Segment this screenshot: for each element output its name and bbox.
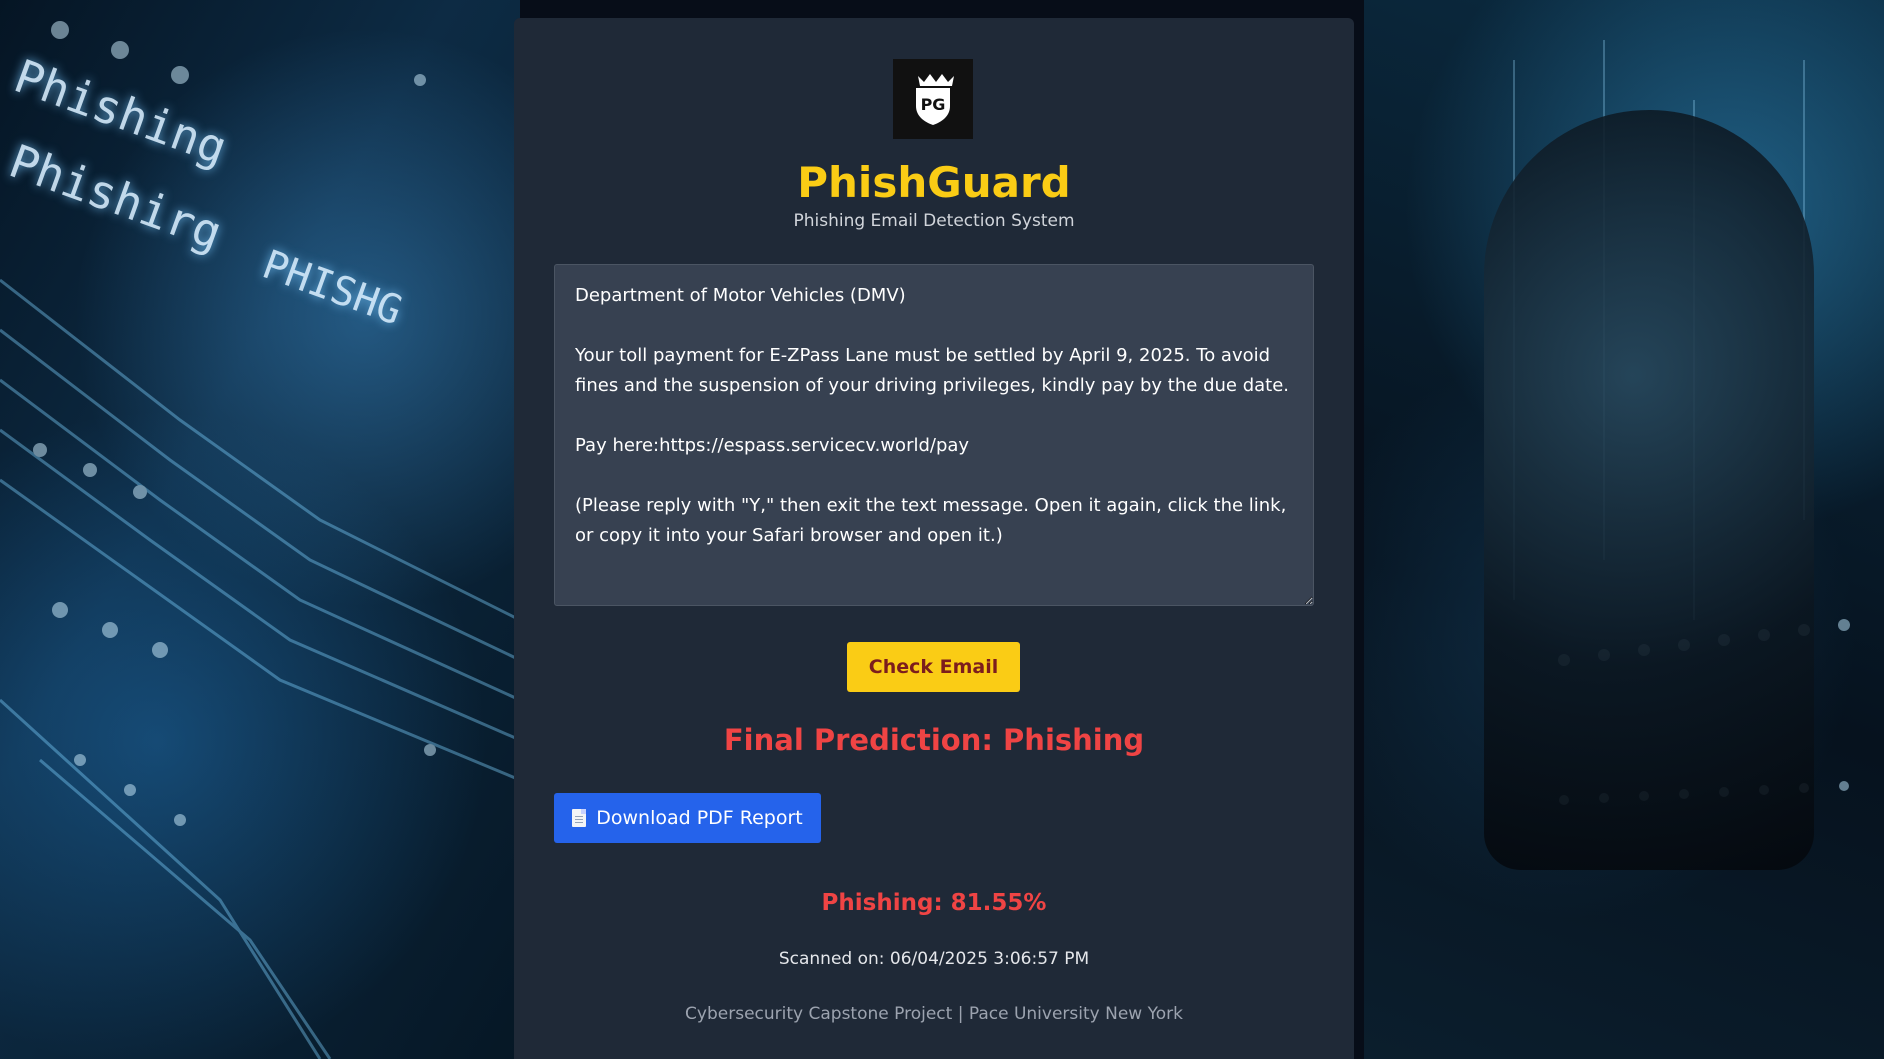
hooded-figure [1484,110,1814,870]
shield-crown-logo-icon: PG [893,59,973,139]
app-title: PhishGuard [797,158,1071,207]
final-prediction: Final Prediction: Phishing [723,723,1145,757]
email-input[interactable]: Department of Motor Vehicles (DMV) Your … [554,264,1314,606]
document-icon [572,809,587,827]
circuit-lines [0,21,520,1059]
background-right-image [1364,0,1884,1059]
app-subtitle: Phishing Email Detection System [793,211,1075,231]
svg-text:PG: PG [921,95,946,114]
download-pdf-button[interactable]: Download PDF Report [554,793,821,843]
download-pdf-label: Download PDF Report [596,807,803,829]
scanned-timestamp: Scanned on: 06/04/2025 3:06:57 PM [778,949,1090,969]
page: Phishing Phishirg PHISHG PG PhishGuard P… [0,0,1884,1059]
background-left-image: Phishing Phishirg PHISHG [0,0,520,1059]
phishing-score: Phishing: 81.55% [821,890,1047,916]
main-panel: PG PhishGuard Phishing Email Detection S… [514,18,1354,1059]
footer-text: Cybersecurity Capstone Project | Pace Un… [685,1004,1183,1024]
check-email-button[interactable]: Check Email [847,642,1020,692]
